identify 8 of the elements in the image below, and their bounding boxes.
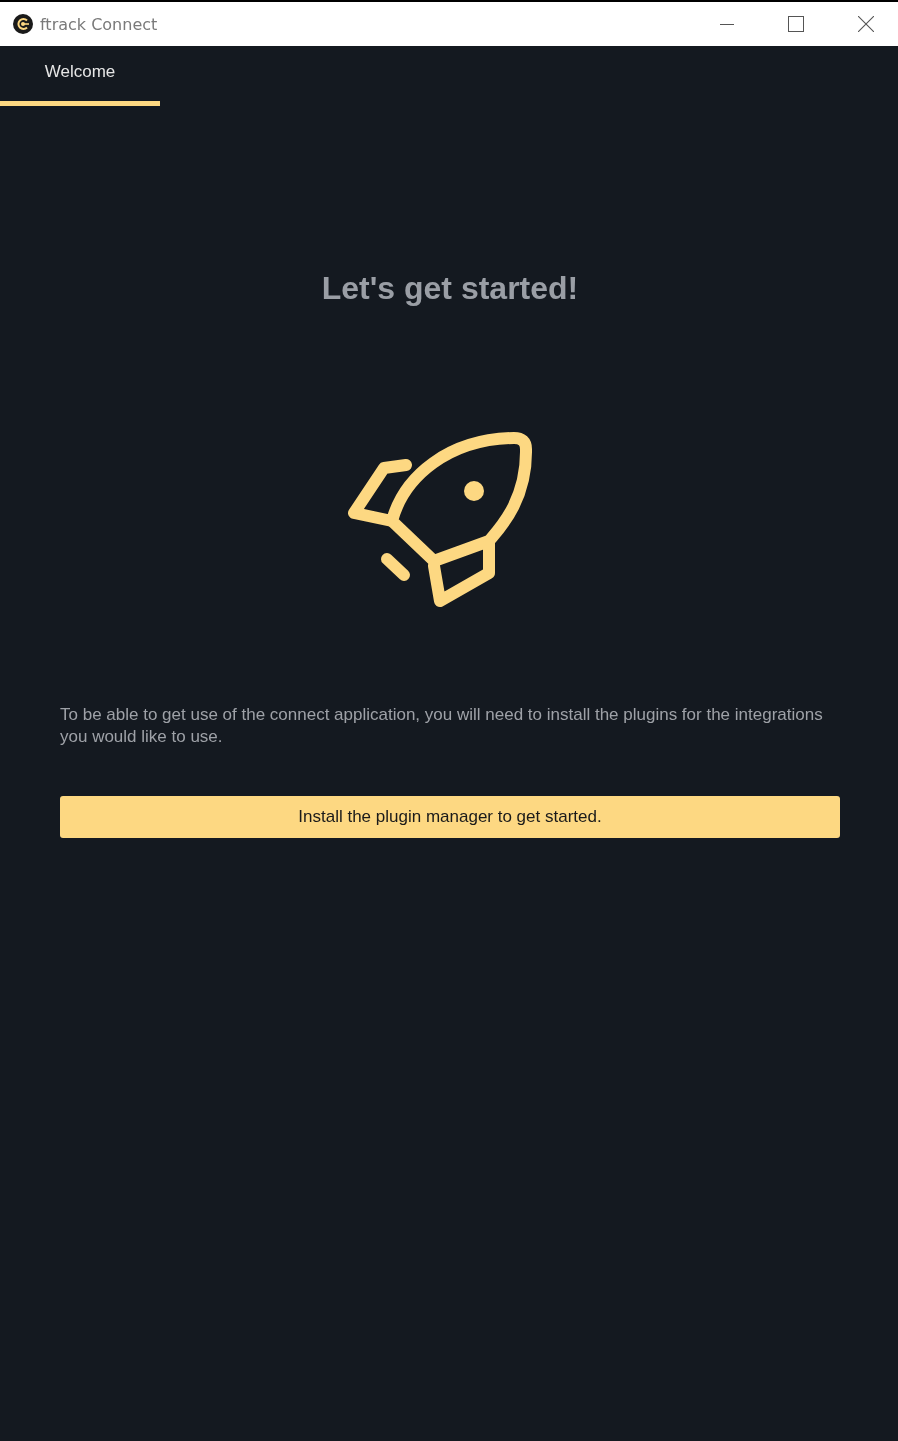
install-button[interactable]: Install the plugin manager to get started.	[60, 796, 840, 838]
window-title: ftrack Connect	[40, 14, 158, 34]
app-logo-icon	[13, 14, 33, 34]
description-text: To be able to get use of the connect application, you will need to install the plugins for the integrations you would like to use.	[60, 704, 824, 748]
close-icon[interactable]	[858, 16, 874, 32]
tab[interactable]: Welcome	[0, 46, 160, 106]
heading: Let's get started!	[321, 270, 579, 307]
maximize-icon[interactable]	[788, 16, 804, 32]
